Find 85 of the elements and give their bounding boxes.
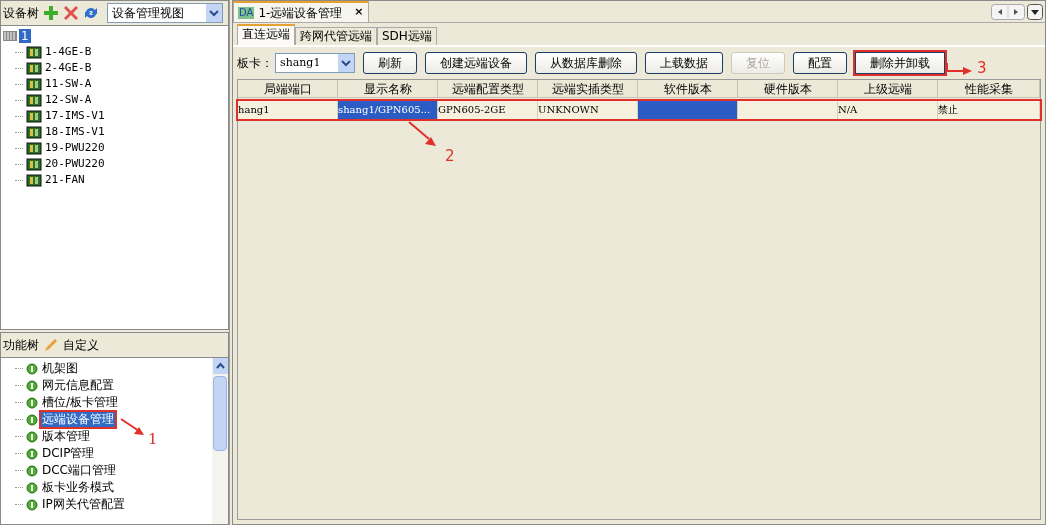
tree-node[interactable]: 20-PWU220 bbox=[45, 155, 105, 173]
node-icon bbox=[26, 413, 38, 426]
callout-number: 3 bbox=[977, 58, 987, 79]
toolbar-button[interactable]: 从数据库删除 bbox=[535, 52, 637, 74]
tree-node[interactable]: 18-IMS-V1 bbox=[45, 123, 105, 141]
callout-arrow bbox=[947, 61, 973, 75]
board-icon bbox=[26, 157, 42, 171]
table-cell: GPN605-2GE bbox=[438, 101, 538, 119]
function-item[interactable]: DCC端口管理 bbox=[41, 463, 117, 478]
column-header[interactable]: 局端端口 bbox=[238, 80, 338, 97]
delete-icon[interactable] bbox=[63, 5, 79, 21]
column-header[interactable]: 软件版本 bbox=[638, 80, 738, 97]
function-item[interactable]: 远端设备管理 bbox=[41, 412, 115, 427]
node-icon bbox=[26, 464, 38, 477]
view-select[interactable]: 设备管理视图 bbox=[107, 3, 223, 23]
board-label: 板卡： bbox=[237, 55, 273, 72]
table-cell: N/A bbox=[838, 101, 938, 119]
board-icon bbox=[26, 93, 42, 107]
tree-node[interactable]: 19-PWU220 bbox=[45, 139, 105, 157]
node-icon bbox=[26, 447, 38, 460]
tree-node[interactable]: 21-FAN bbox=[45, 171, 85, 189]
function-item[interactable]: 机架图 bbox=[41, 361, 79, 376]
board-icon bbox=[26, 173, 42, 187]
tree-node[interactable]: 1 bbox=[19, 29, 31, 43]
pencil-icon[interactable] bbox=[43, 337, 59, 353]
sub-tab[interactable]: SDH远端 bbox=[377, 27, 437, 45]
scrollbar[interactable] bbox=[212, 358, 228, 524]
function-item[interactable]: IP网关代管配置 bbox=[41, 497, 126, 512]
node-icon bbox=[26, 481, 38, 494]
board-icon bbox=[26, 61, 42, 75]
node-icon bbox=[26, 396, 38, 409]
node-icon bbox=[26, 430, 38, 443]
toolbar-button[interactable]: 刷新 bbox=[363, 52, 417, 74]
function-item[interactable]: 板卡业务模式 bbox=[41, 480, 115, 495]
function-item[interactable]: DCIP管理 bbox=[41, 446, 96, 461]
column-header[interactable]: 硬件版本 bbox=[738, 80, 838, 97]
tree-node[interactable]: 17-IMS-V1 bbox=[45, 107, 105, 125]
tab-menu-icon[interactable] bbox=[1027, 4, 1043, 20]
callout-arrow bbox=[408, 121, 438, 147]
column-header[interactable]: 显示名称 bbox=[338, 80, 438, 97]
sub-tab[interactable]: 直连远端 bbox=[237, 24, 295, 45]
callout-arrow bbox=[120, 417, 146, 438]
scroll-up-icon[interactable] bbox=[212, 358, 228, 374]
board-icon bbox=[26, 109, 42, 123]
column-header[interactable]: 性能采集 bbox=[938, 80, 1040, 97]
refresh-icon[interactable] bbox=[83, 5, 99, 21]
add-icon[interactable] bbox=[43, 5, 59, 21]
table-row[interactable]: hang1 shang1/GPN605... GPN605-2GE UNKNOWN N/A 禁止 bbox=[238, 101, 1040, 119]
board-icon bbox=[26, 45, 42, 59]
callout-number: 1 bbox=[148, 428, 158, 450]
tree-node[interactable]: 2-4GE-B bbox=[45, 59, 92, 77]
node-icon bbox=[26, 498, 38, 511]
toolbar-button[interactable]: 创建远端设备 bbox=[425, 52, 527, 74]
table-cell: shang1/GPN605... bbox=[338, 101, 438, 119]
callout-number: 2 bbox=[445, 146, 455, 167]
toolbar-button[interactable]: 配置 bbox=[793, 52, 847, 74]
column-header[interactable]: 远端实插类型 bbox=[538, 80, 638, 97]
table-cell: 禁止 bbox=[938, 101, 1040, 119]
tree-node[interactable]: 11-SW-A bbox=[45, 75, 92, 93]
tab-icon: DA bbox=[238, 6, 255, 19]
board-icon bbox=[26, 125, 42, 139]
function-item[interactable]: 槽位/板卡管理 bbox=[41, 395, 120, 410]
tree-node[interactable]: 1-4GE-B bbox=[45, 43, 92, 61]
close-button[interactable]: × bbox=[354, 4, 364, 21]
node-icon bbox=[26, 362, 38, 375]
toolbar-button[interactable]: 删除并卸载 bbox=[855, 52, 945, 74]
sub-tab[interactable]: 跨网代管远端 bbox=[295, 27, 377, 45]
node-icon bbox=[26, 379, 38, 392]
column-header[interactable]: 远端配置类型 bbox=[438, 80, 538, 97]
tree-node[interactable]: 12-SW-A bbox=[45, 91, 92, 109]
function-item[interactable]: 版本管理 bbox=[41, 429, 91, 444]
scroll-thumb[interactable] bbox=[213, 376, 227, 451]
customize-link[interactable]: 自定义 bbox=[63, 336, 99, 354]
board-icon bbox=[26, 77, 42, 91]
toolbar-button[interactable]: 上载数据 bbox=[645, 52, 723, 74]
scroll-tabs-icon[interactable] bbox=[991, 4, 1025, 20]
function-item[interactable]: 网元信息配置 bbox=[41, 378, 115, 393]
document-tab[interactable]: DA 1-远端设备管理 × bbox=[233, 1, 369, 22]
board-icon bbox=[26, 141, 42, 155]
panel-title: 功能树 bbox=[3, 337, 39, 354]
column-header[interactable]: 上级远端 bbox=[838, 80, 938, 97]
board-select[interactable]: shang1 bbox=[275, 53, 355, 73]
dropdown-icon bbox=[206, 4, 222, 22]
panel-title: 设备树 bbox=[3, 5, 39, 22]
dropdown-icon bbox=[338, 54, 354, 72]
